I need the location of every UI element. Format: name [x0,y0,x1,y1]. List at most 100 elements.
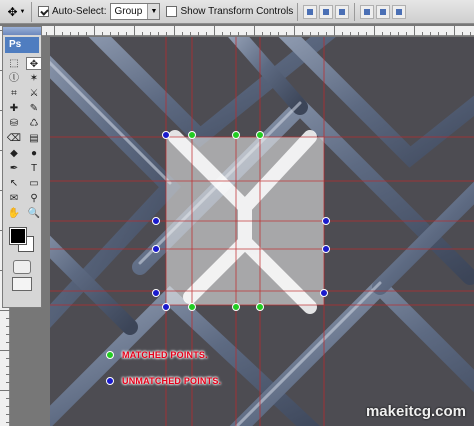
divider [354,2,356,21]
ruler-tick [222,32,223,36]
ruler-tick [166,32,167,36]
legend-matched: MATCHED POINTS. [106,348,221,362]
show-transform-checkbox[interactable]: Show Transform Controls [160,2,293,22]
ruler-horizontal[interactable] [10,26,474,36]
ruler-tick [6,326,10,327]
ruler-tick [358,32,359,36]
quick-mask-button[interactable] [13,260,31,274]
tools-panel-header[interactable] [3,27,41,35]
auto-select-dropdown[interactable]: Group ▼ [110,3,161,20]
watermark: makeitcg.com [365,403,466,420]
ruler-tick [366,32,367,36]
ruler-tick [334,26,335,36]
auto-select-label: Auto-Select: [52,6,107,17]
screen-mode-button[interactable] [12,277,32,291]
matched-label: MATCHED POINTS. [122,350,208,360]
ruler-tick [6,398,10,399]
ruler-tick [294,26,295,36]
ruler-tick [158,32,159,36]
ruler-tick [94,26,95,36]
matched-dot-icon [106,351,114,359]
ruler-tick [6,318,10,319]
ruler-tick [350,32,351,36]
ruler-tick [6,374,10,375]
gradient-icon[interactable]: ▤ [26,132,42,145]
ruler-tick [6,406,10,407]
ruler-tick [470,32,471,36]
ruler-tick [270,32,271,36]
ruler-tick [70,32,71,36]
align-vcenter-button[interactable] [319,4,334,19]
align-top-button[interactable] [303,4,318,19]
ruler-tick [374,26,375,36]
ruler-tick [414,26,415,36]
ruler-tick [286,32,287,36]
ruler-tick [198,32,199,36]
align-left-button[interactable] [360,4,375,19]
unmatched-label: UNMATCHED POINTS. [122,376,222,386]
ruler-tick [46,32,47,36]
eraser-icon[interactable]: ⌫ [6,132,22,145]
move-icon[interactable]: ✥ [26,57,42,70]
ruler-tick [438,32,439,36]
ruler-tick [150,32,151,36]
ruler-tick [342,32,343,36]
ruler-tick [0,390,10,391]
ruler-tick [422,32,423,36]
show-transform-check[interactable] [166,6,178,17]
slice-icon[interactable]: ⚔ [26,87,42,100]
ruler-tick [430,32,431,36]
align-right-button[interactable] [392,4,407,19]
ruler-tick [134,26,135,36]
brush-icon[interactable]: ✎ [26,102,42,115]
ruler-tick [102,32,103,36]
foreground-color-swatch[interactable] [9,227,27,245]
blur-icon[interactable]: ◆ [6,147,22,160]
move-tool-preset[interactable]: ✥ ▼ [2,1,32,22]
ruler-tick [6,366,10,367]
ruler-tick [62,32,63,36]
ruler-tick [454,26,455,36]
chevron-down-icon: ▼ [19,8,26,15]
ruler-tick [142,32,143,36]
ruler-tick [398,32,399,36]
align-hcenter-button[interactable] [376,4,391,19]
ruler-tick [6,342,10,343]
ruler-tick [6,422,10,423]
dodge-icon[interactable]: ● [26,147,42,160]
zoom-icon[interactable]: 🔍 [26,207,42,220]
lasso-icon[interactable]: ⓛ [6,72,22,85]
pen-icon[interactable]: ✒ [6,162,22,175]
ruler-tick [86,32,87,36]
hand-icon[interactable]: ✋ [6,207,22,220]
crop-icon[interactable]: ⌗ [6,87,22,100]
ruler-tick [238,32,239,36]
ruler-tick [382,32,383,36]
path-select-icon[interactable]: ↖ [6,177,22,190]
ruler-tick [190,32,191,36]
marquee-icon[interactable]: ⬚ [6,57,22,70]
notes-icon[interactable]: ✉ [6,192,22,205]
ruler-tick [326,32,327,36]
stamp-icon[interactable]: ⛁ [6,117,22,130]
align-bottom-button[interactable] [335,4,350,19]
type-icon[interactable]: T [26,162,42,175]
history-brush-icon[interactable]: ♺ [26,117,42,130]
ruler-tick [54,26,55,36]
healing-icon[interactable]: ✚ [6,102,22,115]
shape-icon[interactable]: ▭ [26,177,42,190]
auto-select-check[interactable] [38,6,49,17]
ruler-tick [174,26,175,36]
ruler-tick [230,32,231,36]
auto-select-checkbox[interactable]: Auto-Select: [32,2,106,22]
ruler-tick [6,414,10,415]
tool-grid: ⬚ ✥ ⓛ ✶ ⌗ ⚔ ✚ ✎ ⛁ ♺ ⌫ ▤ ◆ ● ✒ T ↖ ▭ ✉ ⚲ ✋ 🔍 [3,55,42,222]
ruler-tick [254,26,255,36]
color-swatches [6,226,38,256]
eyedropper-icon[interactable]: ⚲ [26,192,42,205]
ruler-tick [182,32,183,36]
photoshop-logo[interactable]: Ps [5,37,39,53]
magic-wand-icon[interactable]: ✶ [26,72,42,85]
ruler-tick [78,32,79,36]
ruler-tick [390,32,391,36]
